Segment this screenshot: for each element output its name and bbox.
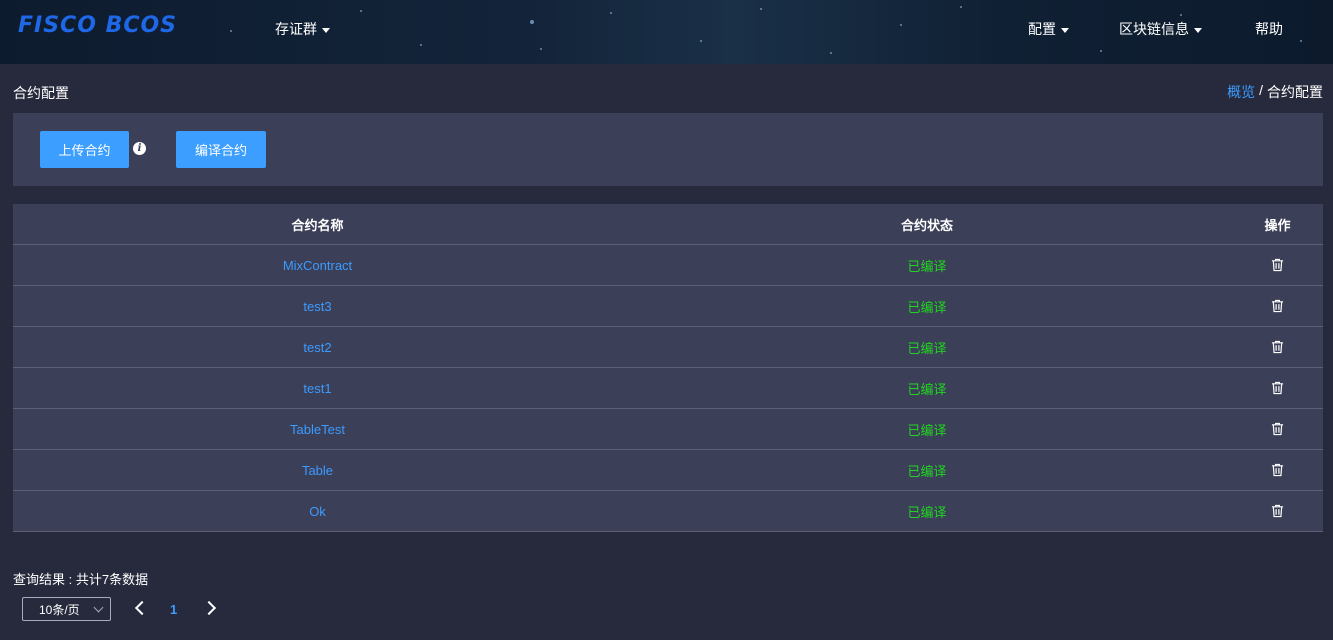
table-row: TableTest 已编译 (13, 409, 1323, 450)
nav-group-label: 存证群 (275, 21, 317, 37)
contract-status: 已编译 (907, 463, 947, 479)
column-header-name: 合约名称 (291, 217, 344, 233)
delete-trash-icon[interactable] (1271, 258, 1284, 272)
prev-page-icon[interactable] (134, 600, 150, 616)
table-row: test2 已编译 (13, 327, 1323, 368)
delete-trash-icon[interactable] (1271, 299, 1284, 313)
contract-status: 已编译 (907, 299, 947, 315)
top-navbar: FISCO BCOS 存证群 配置 区块链信息 帮助 (0, 0, 1333, 64)
table-header: 合约名称 合约状态 操作 (13, 204, 1323, 245)
delete-trash-icon[interactable] (1271, 504, 1284, 518)
contract-name-link[interactable]: test3 (13, 299, 622, 314)
nav-help[interactable]: 帮助 (1255, 19, 1283, 39)
contract-status: 已编译 (907, 381, 947, 397)
info-icon[interactable]: i (133, 142, 146, 155)
column-header-ops: 操作 (1264, 217, 1291, 233)
nav-config-menu[interactable]: 配置 (1028, 19, 1069, 39)
chevron-down-icon (93, 602, 104, 613)
result-summary: 查询结果 : 共计7条数据 (13, 572, 149, 587)
contract-name-link[interactable]: test2 (13, 340, 622, 355)
compile-contract-button[interactable]: 编译合约 (176, 131, 266, 168)
contract-name-link[interactable]: Ok (13, 504, 622, 519)
nav-group-menu[interactable]: 存证群 (275, 19, 330, 39)
caret-down-icon (322, 27, 330, 33)
table-row: Table 已编译 (13, 450, 1323, 491)
row-actions (1232, 504, 1323, 518)
delete-trash-icon[interactable] (1271, 381, 1284, 395)
page-size-value: 10条/页 (39, 602, 80, 617)
action-toolbar: 上传合约 i 编译合约 (13, 113, 1323, 186)
breadcrumb-overview-link[interactable]: 概览 (1227, 82, 1255, 102)
contract-table: 合约名称 合约状态 操作 MixContract 已编译 test3 已编译 test2… (13, 204, 1323, 532)
nav-chain-info-menu[interactable]: 区块链信息 (1119, 19, 1202, 39)
nav-chain-info-label: 区块链信息 (1119, 21, 1189, 37)
contract-name-link[interactable]: test1 (13, 381, 622, 396)
table-row: test3 已编译 (13, 286, 1323, 327)
contract-status: 已编译 (907, 422, 947, 438)
row-actions (1232, 463, 1323, 477)
contract-name-link[interactable]: Table (13, 463, 622, 478)
fisco-bcos-logo[interactable]: FISCO BCOS (18, 13, 177, 38)
delete-trash-icon[interactable] (1271, 340, 1284, 354)
page-title: 合约配置 (13, 85, 69, 101)
breadcrumb: 概览 / 合约配置 (1227, 82, 1323, 102)
row-actions (1232, 422, 1323, 436)
caret-down-icon (1061, 27, 1069, 33)
contract-name-link[interactable]: MixContract (13, 258, 622, 273)
contract-name-link[interactable]: TableTest (13, 422, 622, 437)
row-actions (1232, 258, 1323, 272)
table-row: test1 已编译 (13, 368, 1323, 409)
delete-trash-icon[interactable] (1271, 422, 1284, 436)
caret-down-icon (1194, 27, 1202, 33)
row-actions (1232, 340, 1323, 354)
delete-trash-icon[interactable] (1271, 463, 1284, 477)
contract-status: 已编译 (907, 340, 947, 356)
row-actions (1232, 299, 1323, 313)
breadcrumb-separator: / (1259, 82, 1263, 98)
row-actions (1232, 381, 1323, 395)
upload-contract-button[interactable]: 上传合约 (40, 131, 129, 168)
page-number-current[interactable]: 1 (170, 602, 177, 617)
table-row: Ok 已编译 (13, 491, 1323, 532)
page-size-select[interactable]: 10条/页 (22, 597, 111, 621)
nav-help-label: 帮助 (1255, 21, 1283, 37)
nav-config-label: 配置 (1028, 21, 1056, 37)
next-page-icon[interactable] (201, 600, 217, 616)
breadcrumb-current: 合约配置 (1267, 84, 1323, 100)
contract-status: 已编译 (907, 258, 947, 274)
column-header-status: 合约状态 (900, 217, 953, 233)
contract-status: 已编译 (907, 504, 947, 520)
table-row: MixContract 已编译 (13, 245, 1323, 286)
